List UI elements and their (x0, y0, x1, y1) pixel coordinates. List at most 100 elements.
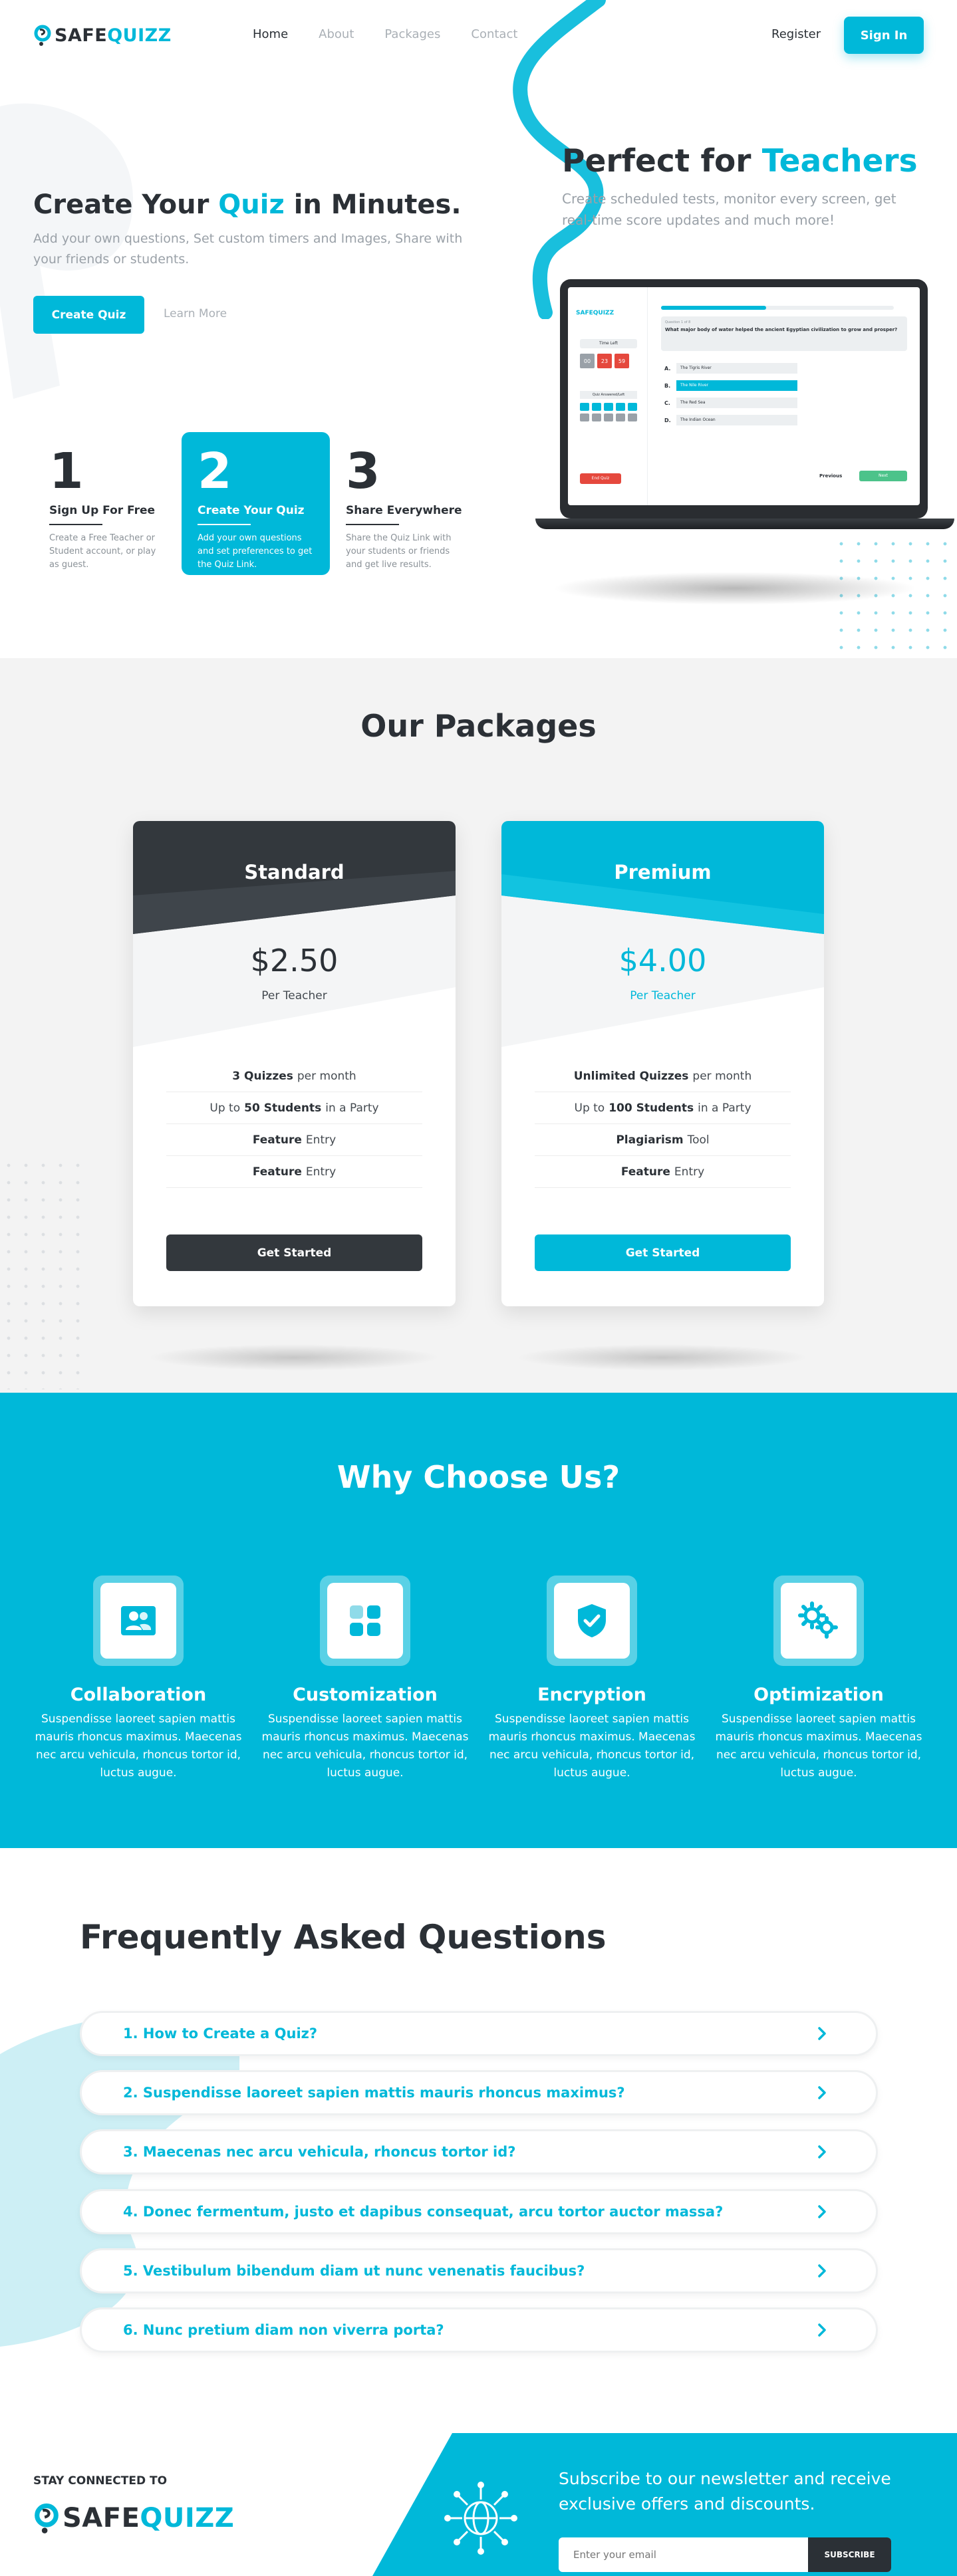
register-link[interactable]: Register (771, 27, 821, 41)
feature-icon-box (320, 1576, 410, 1666)
step-description: Create a Free Teacher or Student account… (49, 533, 156, 570)
mock-next-button: Next (859, 471, 907, 481)
site-logo[interactable]: SAFE QUIZZ (33, 24, 172, 47)
users-icon (121, 1606, 156, 1635)
step-divider (49, 524, 102, 525)
feature-description: Suspendisse laoreet sapien mattis mauris… (488, 1712, 696, 1780)
feature-description: Suspendisse laoreet sapien mattis mauris… (35, 1712, 242, 1780)
nav-home[interactable]: Home (253, 27, 288, 41)
step-divider (198, 524, 251, 525)
get-started-standard-button[interactable]: Get Started (166, 1234, 422, 1271)
mock-answered-label: Quiz Answered/Left (580, 391, 637, 399)
logo-text-safe: SAFE (55, 25, 108, 46)
globe-network-icon (444, 2482, 517, 2555)
nav-packages[interactable]: Packages (384, 27, 440, 41)
get-started-premium-button[interactable]: Get Started (535, 1234, 791, 1271)
create-quiz-button[interactable]: Create Quiz (33, 296, 144, 334)
mock-question-box: Question 1 of 8 What major body of water… (661, 316, 907, 351)
card-header-bg (133, 821, 456, 1047)
mock-timer-h: 00 (580, 354, 595, 368)
card-shadow (516, 1344, 809, 1371)
subscribe-button[interactable]: SUBSCRIBE (808, 2537, 891, 2572)
feature-item: Unlimited Quizzes per month (535, 1060, 791, 1092)
laptop-shadow (552, 572, 918, 605)
learn-more-link[interactable]: Learn More (164, 307, 227, 320)
main-nav: Home About Packages Contact (253, 27, 517, 41)
feature-item: Up to 50 Students in a Party (166, 1092, 422, 1124)
step-divider (346, 524, 399, 525)
chevron-right-icon (818, 2027, 826, 2040)
feature-collaboration: Collaboration Suspendisse laoreet sapien… (29, 1576, 248, 1782)
package-features: 3 Quizzes per month Up to 50 Students in a … (166, 1060, 422, 1188)
laptop-screen: SAFEQUIZZ Time Left 00 23 59 Quiz Answer… (560, 279, 928, 519)
mock-answer-grid (580, 403, 637, 421)
mock-end-quiz-button: End Quiz (580, 473, 621, 484)
faq-title: Frequently Asked Questions (80, 1918, 607, 1956)
nav-contact[interactable]: Contact (471, 27, 517, 41)
logo-text-quizz: QUIZZ (140, 2503, 235, 2533)
faq-item-1[interactable]: 1. How to Create a Quiz? (80, 2011, 878, 2056)
feature-item: Feature Entry (535, 1156, 791, 1188)
faq-question: 5. Vestibulum bibendum diam ut nunc vene… (123, 2263, 585, 2279)
package-price: $4.00 (618, 943, 707, 979)
faq-question: 6. Nunc pretium diam non viverra porta? (123, 2322, 444, 2338)
laptop-base (535, 519, 954, 529)
mock-timer: 00 23 59 (580, 354, 629, 368)
step-description: Share the Quiz Link with your students o… (346, 533, 452, 570)
teachers-subtitle: Create scheduled tests, monitor every sc… (562, 191, 896, 228)
feature-encryption: Encryption Suspendisse laoreet sapien ma… (482, 1576, 702, 1782)
site-header: SAFE QUIZZ Home About Packages Contact Re… (0, 0, 957, 73)
laptop-mockup: SAFEQUIZZ Time Left 00 23 59 Quiz Answer… (535, 279, 954, 532)
chevron-right-icon (818, 2086, 826, 2099)
package-card-premium: Premium $4.00 Per Teacher Unlimited Quiz… (501, 821, 824, 1306)
step-title: Sign Up For Free (49, 504, 156, 517)
feature-item: Plagiarism Tool (535, 1124, 791, 1156)
logo-icon (34, 25, 51, 46)
feature-optimization: Optimization Suspendisse laoreet sapien … (709, 1576, 928, 1782)
chevron-right-icon (818, 2205, 826, 2218)
package-name: Premium (614, 861, 712, 883)
mock-options: A. The Tigris River B. The Nile River C. Th… (664, 362, 797, 427)
grid-icon (350, 1605, 380, 1636)
faq-question: 2. Suspendisse laoreet sapien mattis mau… (123, 2085, 625, 2101)
sign-in-button[interactable]: Sign In (844, 17, 924, 54)
dots-decoration (0, 1157, 80, 1389)
teachers-title: Perfect for Teachers (562, 143, 918, 179)
quiz-preview: SAFEQUIZZ Time Left 00 23 59 Quiz Answer… (568, 287, 920, 505)
feature-item: Up to 100 Students in a Party (535, 1092, 791, 1124)
feature-description: Suspendisse laoreet sapien mattis mauris… (261, 1712, 469, 1780)
package-name: Standard (244, 861, 344, 883)
logo-icon (35, 2503, 59, 2533)
faq-item-3[interactable]: 3. Maecenas nec arcu vehicula, rhoncus t… (80, 2129, 878, 2174)
feature-title: Optimization (753, 1685, 884, 1705)
footer-logo[interactable]: SAFE QUIZZ (33, 2502, 234, 2535)
mock-timer-m: 23 (597, 354, 612, 368)
mock-time-label: Time Left (580, 339, 637, 348)
feature-description: Suspendisse laoreet sapien mattis mauris… (715, 1712, 922, 1780)
package-price: $2.50 (250, 943, 339, 979)
faq-item-6[interactable]: 6. Nunc pretium diam non viverra porta? (80, 2307, 878, 2353)
feature-item: Feature Entry (166, 1156, 422, 1188)
mock-question-label: Question 1 of 8 (665, 320, 691, 324)
mock-timer-s: 59 (615, 354, 629, 368)
mock-question: What major body of water helped the anci… (665, 327, 898, 332)
packages-title: Our Packages (360, 708, 597, 744)
step-share: 3 Share Everywhere Share the Quiz Link w… (330, 432, 478, 575)
logo-text-safe: SAFE (63, 2503, 140, 2533)
nav-about[interactable]: About (319, 27, 354, 41)
feature-customization: Customization Suspendisse laoreet sapien… (255, 1576, 475, 1782)
chevron-right-icon (818, 2145, 826, 2159)
mock-logo: SAFEQUIZZ (576, 310, 615, 316)
faq-item-5[interactable]: 5. Vestibulum bibendum diam ut nunc vene… (80, 2248, 878, 2293)
faq-question: 4. Donec fermentum, justo et dapibus con… (123, 2204, 724, 2220)
hero-title: Create Your Quiz in Minutes. (33, 189, 462, 220)
feature-icon-box (547, 1576, 637, 1666)
step-title: Share Everywhere (346, 504, 462, 517)
step-number: 2 (198, 443, 232, 500)
package-per: Per Teacher (630, 989, 696, 1002)
faq-item-4[interactable]: 4. Donec fermentum, justo et dapibus con… (80, 2189, 878, 2234)
chevron-right-icon (818, 2264, 826, 2278)
newsletter-text: Subscribe to our newsletter and receive … (559, 2469, 891, 2514)
faq-item-2[interactable]: 2. Suspendisse laoreet sapien mattis mau… (80, 2070, 878, 2115)
card-shadow (148, 1344, 440, 1371)
